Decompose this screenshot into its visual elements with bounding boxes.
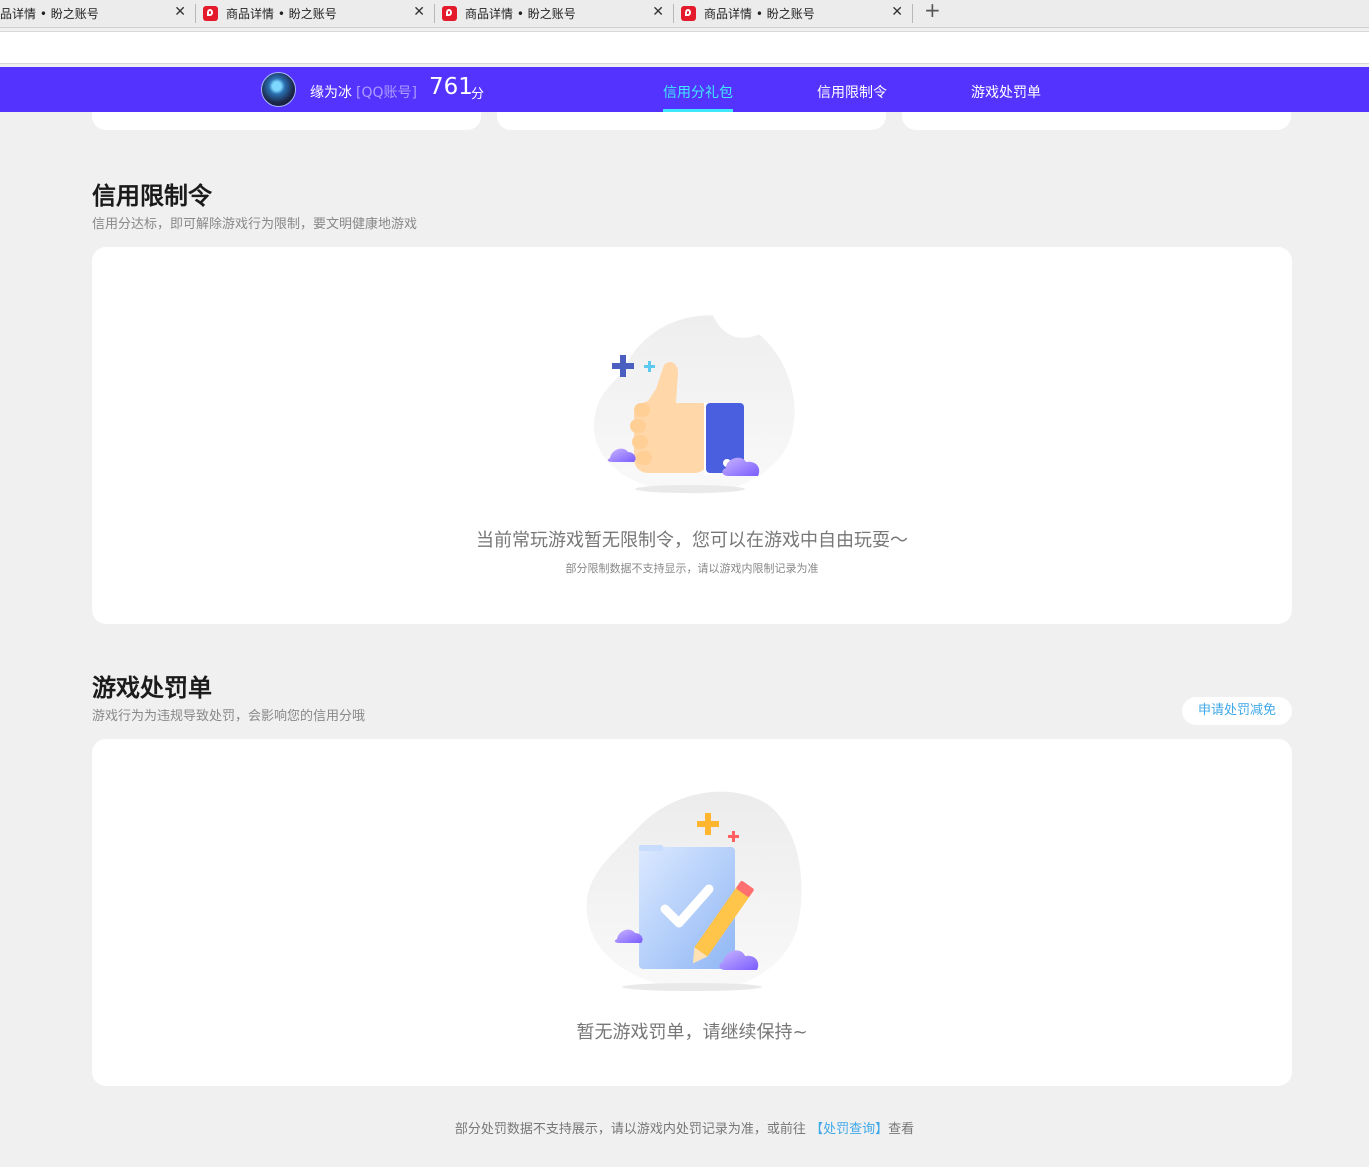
thumbs-up-illustration [593,308,795,494]
avatar[interactable] [261,72,296,107]
restriction-card: 当前常玩游戏暂无限制令，您可以在游戏中自由玩耍～ 部分限制数据不支持显示，请以游… [92,247,1292,624]
empty-state-note: 部分限制数据不支持显示，请以游戏内限制记录为准 [565,562,819,575]
section-subtitle: 信用分达标，即可解除游戏行为限制，要文明健康地游戏 [92,217,418,232]
nav-credit-gift[interactable]: 信用分礼包 [663,82,733,102]
site-favicon-icon [681,6,696,21]
section-title: 信用限制令 [92,182,212,210]
browser-tab[interactable]: 商品详情 • 盼之账号 ✕ [442,0,664,27]
browser-tab[interactable]: 品详情 • 盼之账号 ✕ [0,0,186,27]
empty-state-text: 暂无游戏罚单，请继续保持~ [576,1022,808,1043]
credit-score-unit: 分 [471,87,485,102]
site-header: 缘为冰 [QQ账号] 761 分 信用分礼包 信用限制令 游戏处罚单 [0,67,1369,112]
gift-card[interactable] [902,112,1291,130]
section-title: 游戏处罚单 [92,674,212,702]
account-type: [QQ账号] [356,85,417,101]
footer-text-end: 查看 [888,1122,915,1137]
gift-card[interactable] [92,112,481,130]
tab-title: 商品详情 • 盼之账号 [465,7,576,21]
browser-tab-bar: 品详情 • 盼之账号 ✕ 商品详情 • 盼之账号 ✕ 商品详情 • 盼之账号 ✕… [0,0,1369,28]
site-favicon-icon [203,6,218,21]
empty-state-text: 当前常玩游戏暂无限制令，您可以在游戏中自由玩耍～ [476,530,908,551]
site-favicon-icon [442,6,457,21]
tab-divider [912,4,913,23]
close-icon[interactable]: ✕ [413,4,425,20]
tab-title: 商品详情 • 盼之账号 [226,7,337,21]
close-icon[interactable]: ✕ [891,4,903,20]
new-tab-icon[interactable]: + [924,0,941,22]
clipboard-check-illustration [586,791,802,991]
apply-penalty-reduction-button[interactable]: 申请处罚减免 [1182,697,1292,725]
penalty-card: 暂无游戏罚单，请继续保持~ [92,739,1292,1086]
gift-card[interactable] [497,112,886,130]
tab-divider [195,4,196,23]
browser-tab[interactable]: 商品详情 • 盼之账号 ✕ [203,0,425,27]
section-subtitle: 游戏行为为违规导致处罚，会影响您的信用分哦 [92,709,366,724]
tab-title: 品详情 • 盼之账号 [0,7,99,21]
tab-divider [434,4,435,23]
close-icon[interactable]: ✕ [174,4,186,20]
nav-penalty[interactable]: 游戏处罚单 [971,82,1041,102]
footer-note: 部分处罚数据不支持展示，请以游戏内处罚记录为准，或前往 【处罚查询】查看 [0,1118,1369,1137]
browser-tab[interactable]: 商品详情 • 盼之账号 ✕ [681,0,903,27]
tab-title: 商品详情 • 盼之账号 [704,7,815,21]
credit-score: 761 [429,74,473,100]
nav-credit-restriction[interactable]: 信用限制令 [817,82,887,102]
address-bar[interactable] [0,31,1369,64]
username: 缘为冰 [310,85,352,101]
penalty-query-link[interactable]: 【处罚查询】 [810,1122,888,1137]
close-icon[interactable]: ✕ [652,4,664,20]
tab-divider [673,4,674,23]
footer-text: 部分处罚数据不支持展示，请以游戏内处罚记录为准，或前往 [454,1122,806,1137]
